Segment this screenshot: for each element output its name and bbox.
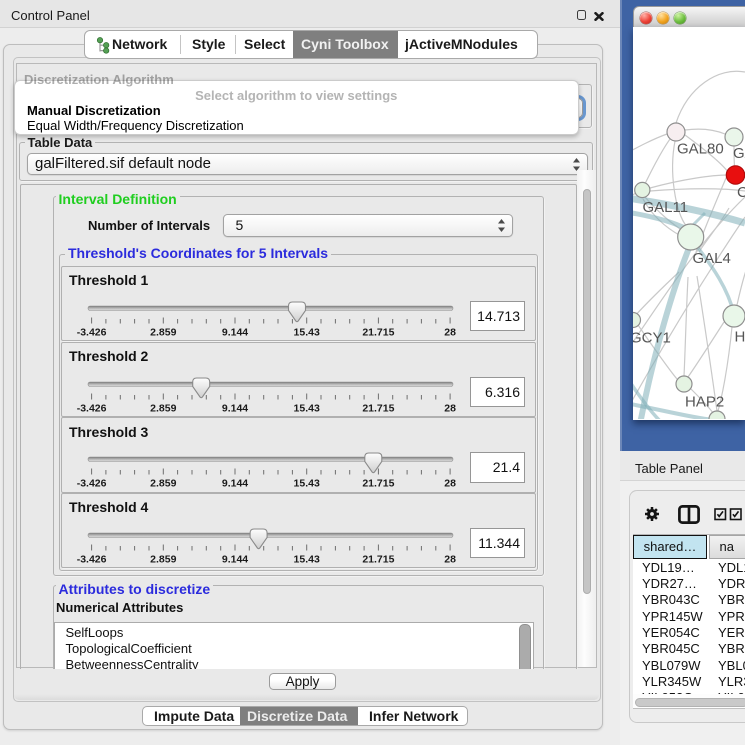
svg-text:-3.426: -3.426 [77,553,107,565]
svg-text:9.144: 9.144 [222,326,248,338]
svg-text:2.859: 2.859 [150,326,176,338]
svg-text:15.43: 15.43 [294,478,320,490]
svg-text:GAL4: GAL4 [693,250,731,267]
svg-text:GAL11: GAL11 [643,199,689,216]
svg-text:GAL7: GAL7 [733,145,745,162]
svg-text:21.715: 21.715 [362,553,394,565]
svg-text:15.43: 15.43 [294,553,320,565]
svg-text:21.715: 21.715 [362,326,394,338]
svg-text:21.715: 21.715 [362,402,394,414]
svg-text:-3.426: -3.426 [77,402,107,414]
svg-text:2.859: 2.859 [150,402,176,414]
svg-text:28: 28 [444,402,456,414]
svg-text:HAP2: HAP2 [685,394,724,411]
svg-text:CDC1: CDC1 [737,184,745,201]
svg-text:-3.426: -3.426 [77,478,107,490]
svg-text:28: 28 [444,478,456,490]
svg-text:GAL80: GAL80 [677,141,724,158]
svg-text:28: 28 [444,553,456,565]
svg-text:28: 28 [444,326,456,338]
svg-text:HIS4: HIS4 [735,329,745,346]
svg-text:21.715: 21.715 [362,478,394,490]
svg-text:9.144: 9.144 [222,553,248,565]
svg-text:2.859: 2.859 [150,553,176,565]
svg-text:-3.426: -3.426 [77,326,107,338]
svg-text:15.43: 15.43 [294,326,320,338]
svg-text:9.144: 9.144 [222,478,248,490]
svg-text:2.859: 2.859 [150,478,176,490]
svg-text:15.43: 15.43 [294,402,320,414]
svg-text:9.144: 9.144 [222,402,248,414]
svg-text:GCY1: GCY1 [633,330,671,347]
